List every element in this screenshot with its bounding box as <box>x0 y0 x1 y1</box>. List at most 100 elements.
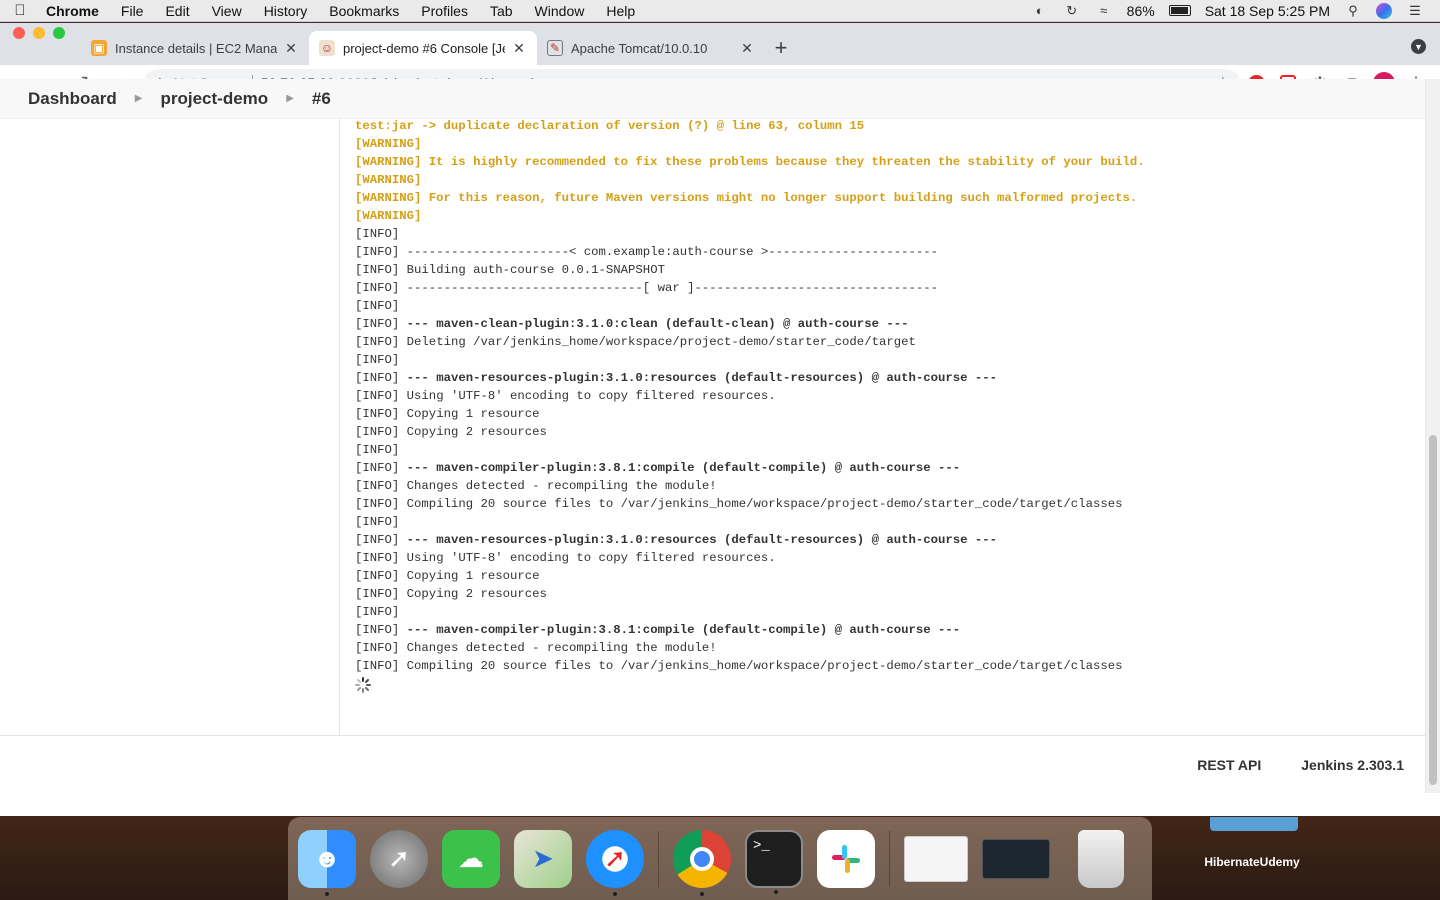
log-message: Compiling 20 source files to /var/jenkin… <box>406 497 1123 511</box>
slack-icon[interactable] <box>817 829 875 888</box>
close-tab-icon[interactable]: ✕ <box>283 40 299 57</box>
log-level: [INFO] <box>355 353 400 367</box>
console-line: [WARNING] <box>355 209 422 223</box>
log-message: Copying 2 resources <box>406 425 547 439</box>
menu-history[interactable]: History <box>253 3 319 19</box>
log-message: --- maven-compiler-plugin:3.8.1:compile … <box>406 461 961 475</box>
safari-icon[interactable]: ➚ <box>586 829 644 896</box>
focus-icon[interactable]: ◐ <box>1031 3 1049 18</box>
menu-edit[interactable]: Edit <box>154 3 200 19</box>
page-scrollbar[interactable] <box>1425 79 1440 793</box>
dock: ☻ ➚ ☁ ➤ ➚ >_ <box>288 817 1152 900</box>
log-message: --- maven-resources-plugin:3.1.0:resourc… <box>406 533 998 547</box>
console-output: test:jar -> duplicate declaration of ver… <box>355 117 1415 675</box>
log-level: [INFO] <box>355 263 400 277</box>
console-line: [INFO] <box>355 441 1415 459</box>
console-line: [INFO] Changes detected - recompiling th… <box>355 477 1415 495</box>
tab-tomcat[interactable]: ✎ Apache Tomcat/10.0.10 ✕ <box>537 31 765 65</box>
status-area: ◐ ↻ ≈ 86% Sat 18 Sep 5:25 PM ⚲ ☰ <box>1031 2 1440 19</box>
jenkins-version-link[interactable]: Jenkins 2.303.1 <box>1301 757 1404 773</box>
console-line: [INFO] <box>355 297 1415 315</box>
tab-strip: ▣ Instance details | EC2 Manager ✕ ☺ pro… <box>0 23 1440 65</box>
menu-profiles[interactable]: Profiles <box>410 3 479 19</box>
tab-label: project-demo #6 Console [Jenkins] <box>343 40 505 56</box>
cloud-icon[interactable]: ☁ <box>442 829 500 888</box>
breadcrumb-build[interactable]: #6 <box>312 89 331 109</box>
close-window-button[interactable] <box>13 27 25 39</box>
console-line: [INFO] Compiling 20 source files to /var… <box>355 495 1415 513</box>
close-tab-icon[interactable]: ✕ <box>511 40 527 57</box>
console-line: [INFO] <box>355 513 1415 531</box>
menu-window[interactable]: Window <box>524 3 596 19</box>
console-line: [INFO] ----------------------< com.examp… <box>355 243 1415 261</box>
terminal-icon[interactable]: >_ <box>745 829 803 894</box>
siri-icon[interactable] <box>1376 2 1392 19</box>
log-message: Changes detected - recompiling the modul… <box>406 641 717 655</box>
window-thumbnail-terminal[interactable] <box>982 838 1050 879</box>
log-level: [INFO] <box>355 425 400 439</box>
console-line: [WARNING] For this reason, future Maven … <box>355 191 1138 205</box>
scrollbar-thumb[interactable] <box>1429 435 1437 785</box>
chrome-icon[interactable] <box>673 829 731 896</box>
time-machine-icon[interactable]: ↻ <box>1063 3 1081 18</box>
menu-bookmarks[interactable]: Bookmarks <box>318 3 410 19</box>
log-level: [INFO] <box>355 317 400 331</box>
menu-tab[interactable]: Tab <box>479 3 524 19</box>
apple-icon[interactable]:  <box>0 2 40 19</box>
console-line: [INFO] --------------------------------[… <box>355 279 1415 297</box>
log-message: --------------------------------[ war ]-… <box>406 281 938 295</box>
control-center-icon[interactable]: ☰ <box>1406 3 1424 18</box>
launchpad-icon[interactable]: ➚ <box>370 829 428 888</box>
menu-file[interactable]: File <box>110 3 155 19</box>
chrome-center <box>690 846 714 871</box>
breadcrumb-dashboard[interactable]: Dashboard <box>28 89 117 109</box>
desktop-folder-label[interactable]: HibernateUdemy <box>1190 855 1314 869</box>
log-message: Changes detected - recompiling the modul… <box>406 479 717 493</box>
log-level: [INFO] <box>355 443 400 457</box>
breadcrumb-job[interactable]: project-demo <box>161 89 269 109</box>
menu-view[interactable]: View <box>201 3 253 19</box>
maps-icon[interactable]: ➤ <box>514 829 572 888</box>
log-level: [INFO] <box>355 551 400 565</box>
log-message: Using 'UTF-8' encoding to copy filtered … <box>406 389 776 403</box>
close-tab-icon[interactable]: ✕ <box>739 40 755 57</box>
tab-jenkins-console[interactable]: ☺ project-demo #6 Console [Jenkins] ✕ <box>309 31 537 65</box>
tab-label: Apache Tomcat/10.0.10 <box>571 40 708 56</box>
rest-api-link[interactable]: REST API <box>1197 757 1261 773</box>
breadcrumb-chevron-icon[interactable]: ▶ <box>135 93 143 104</box>
breadcrumb-chevron-icon[interactable]: ▶ <box>286 93 294 104</box>
finder-icon[interactable]: ☻ <box>298 829 356 896</box>
battery-icon[interactable] <box>1168 5 1191 16</box>
running-indicator <box>613 891 617 896</box>
log-level: [INFO] <box>355 569 400 583</box>
trash-icon[interactable] <box>1078 829 1124 888</box>
clock[interactable]: Sat 18 Sep 5:25 PM <box>1205 3 1330 19</box>
new-tab-button[interactable]: + <box>765 31 797 65</box>
console-line: [INFO] Using 'UTF-8' encoding to copy fi… <box>355 387 1415 405</box>
window-thumbnail-chrome[interactable] <box>904 835 968 882</box>
menu-app-name[interactable]: Chrome <box>40 3 110 19</box>
log-message: Copying 1 resource <box>406 569 540 583</box>
tab-search-icon[interactable]: ▼ <box>1411 39 1426 54</box>
desktop-folder-icon[interactable] <box>1210 817 1298 831</box>
log-message: Building auth-course 0.0.1-SNAPSHOT <box>406 263 665 277</box>
log-level: [INFO] <box>355 497 400 511</box>
console-line: [INFO] Copying 2 resources <box>355 423 1415 441</box>
minimize-window-button[interactable] <box>33 27 45 39</box>
log-level: [INFO] <box>355 335 400 349</box>
log-level: [INFO] <box>355 515 400 529</box>
console-line: [INFO] --- maven-resources-plugin:3.1.0:… <box>355 531 1415 549</box>
zoom-window-button[interactable] <box>53 27 65 39</box>
log-level: [INFO] <box>355 461 400 475</box>
tab-ec2[interactable]: ▣ Instance details | EC2 Manager ✕ <box>81 31 309 65</box>
console-line: [INFO] Copying 1 resource <box>355 405 1415 423</box>
console-line: [WARNING] <box>355 173 422 187</box>
console-line: test:jar -> duplicate declaration of ver… <box>355 119 865 133</box>
wifi-icon[interactable]: ≈ <box>1095 3 1113 18</box>
menu-help[interactable]: Help <box>595 3 646 19</box>
log-level: [INFO] <box>355 623 400 637</box>
spotlight-search-icon[interactable]: ⚲ <box>1344 3 1362 18</box>
dock-separator <box>658 830 659 887</box>
tab-label: Instance details | EC2 Manager <box>115 40 277 56</box>
log-level: [INFO] <box>355 587 400 601</box>
